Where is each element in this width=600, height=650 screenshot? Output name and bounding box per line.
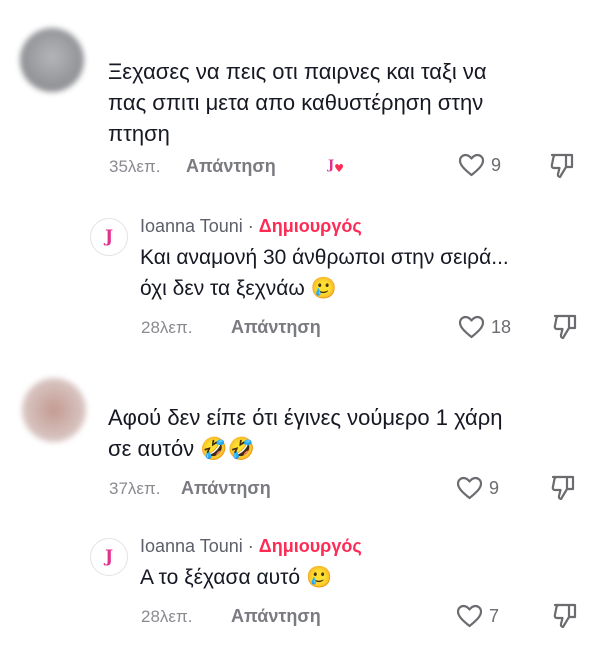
author-separator: · [242,536,259,556]
comment-text-line: Α το ξέχασα αυτό 🥲 [140,562,332,593]
reply-button[interactable]: Απάντηση [231,606,321,627]
author-name[interactable]: Ioanna Touni [140,536,243,556]
creator-badge: Δημιουργός [258,536,362,556]
heart-outline-icon [458,153,485,177]
heart-outline-icon [456,604,483,628]
comment-text-segment: όχι δεν τα ξεχνάω [140,277,305,300]
reply-text: Α το ξέχασα αυτό 🥲 [140,562,332,593]
reply-button[interactable]: Απάντηση [181,478,271,499]
heart-outline-icon [458,315,485,339]
like-count: 7 [489,605,500,626]
comment-time: 37λεπ. [109,479,161,498]
comment-text: Αφού δεν είπε ότι έγινες νούμερο 1 χάρη … [108,402,503,465]
reply-button[interactable]: Απάντηση [231,317,321,338]
avatar-logo-letter: J [104,547,114,567]
author-separator: · [242,216,259,236]
comment-text-segment: Α το ξέχασα αυτό [140,566,301,589]
comment-text-line: Και αναμονή 30 άνθρωποι στην σειρά... [140,246,509,269]
comment-text-segment: σε αυτόν [108,436,195,461]
comment-time: 28λεπ. [141,607,193,626]
reply-text: Και αναμονή 30 άνθρωποι στην σειρά... όχ… [140,242,509,304]
like-button[interactable]: 18 [458,315,511,339]
like-count: 9 [489,477,500,498]
like-count: 18 [491,316,512,337]
comment-text-line: σε αυτόν 🤣🤣 [108,433,503,465]
avatar-logo-letter: J [104,227,114,247]
comment-text-line: Ξεχασες να πεις οτι παιρνες και ταξι να [108,59,487,84]
thumbs-down-icon[interactable] [552,313,578,341]
like-button[interactable]: 9 [456,476,499,500]
smile-tear-emoji: 🥲 [310,276,337,300]
thumbs-down-icon[interactable] [552,602,578,630]
author-name[interactable]: Ioanna Touni [140,216,243,236]
thumbs-down-icon[interactable] [549,152,575,180]
like-button[interactable]: 7 [456,604,499,628]
comment-text-line: πας σπιτι μετα απο καθυστέρηση στην [108,90,484,115]
comment-time: 28λεπ. [141,318,193,337]
comment-text: Ξεχασες να πεις οτι παιρνες και ταξι να … [108,56,487,149]
creator-badge: Δημιουργός [258,216,362,236]
reply-button[interactable]: Απάντηση [186,156,276,177]
comment-text-line: Αφού δεν είπε ότι έγινες νούμερο 1 χάρη [108,405,503,430]
comment-text-line: όχι δεν τα ξεχνάω 🥲 [140,273,509,304]
avatar[interactable] [20,28,84,92]
creator-liked-badge: J♥ [328,158,345,175]
smile-tear-emoji: 🥲 [305,565,333,589]
thumbs-down-icon[interactable] [550,474,576,502]
like-count: 9 [491,154,502,175]
heart-outline-icon [456,476,483,500]
avatar[interactable] [22,378,86,442]
heart-icon: ♥ [334,162,345,175]
creator-avatar[interactable]: J [90,218,128,256]
like-button[interactable]: 9 [458,153,501,177]
author-line: Ioanna Touni · Δημιουργός [140,216,362,237]
comment-text-line: πτηση [108,121,170,146]
author-line: Ioanna Touni · Δημιουργός [140,536,362,557]
comment-time: 35λεπ. [109,157,161,176]
rofl-emoji: 🤣🤣 [200,437,256,462]
creator-avatar[interactable]: J [90,538,128,576]
